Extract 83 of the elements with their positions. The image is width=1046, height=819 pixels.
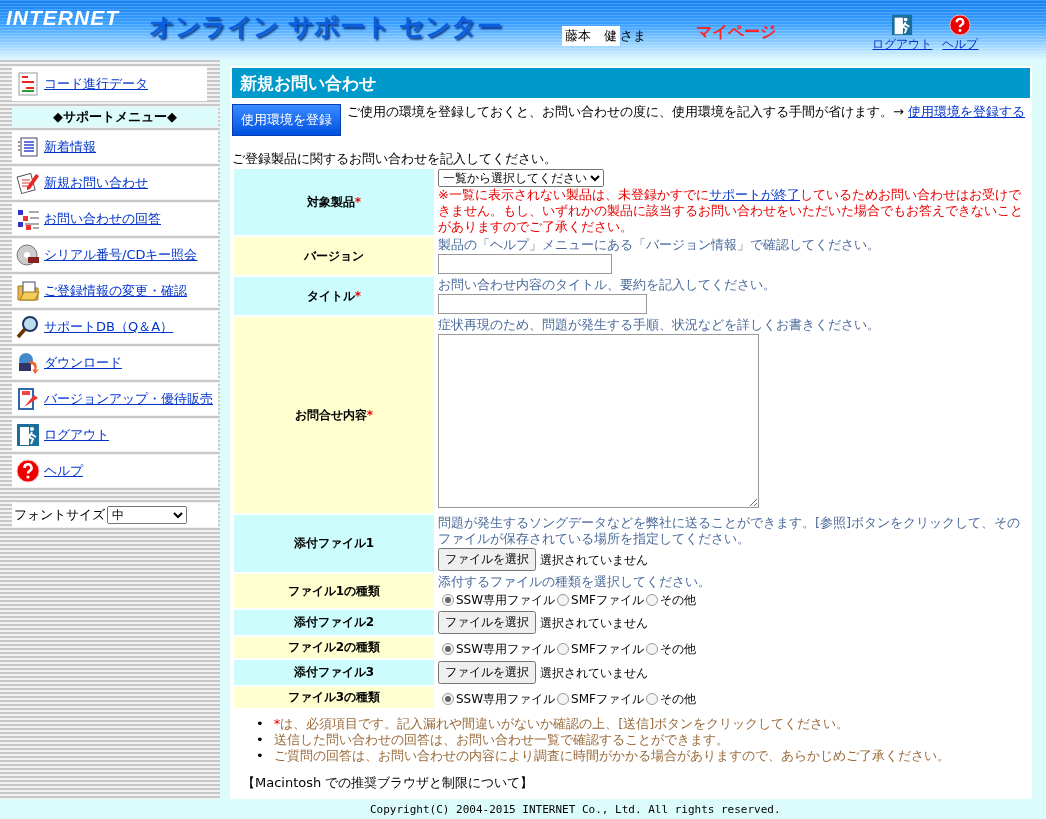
- disc-key-icon: [16, 243, 40, 267]
- field-label: 添付ファイル3: [293, 665, 375, 679]
- font-size-label: フォントサイズ: [14, 506, 105, 524]
- file-type-radio[interactable]: [442, 692, 454, 705]
- radio-label: SSW専用ファイル: [456, 592, 556, 608]
- support-ended-link[interactable]: サポートが終了: [708, 187, 800, 202]
- section-heading: 【Macintosh での推奨ブラウザと制限について】: [241, 774, 535, 792]
- note-text: ご質問の回答は、お問い合わせの内容により調査に時間がかかる場合がありますので、あらかじめご了承ください。: [273, 748, 950, 764]
- product-note: ※一覧に表示されない製品は、未登録かすでにサポートが終了 しているためお問い合わせはお受けできません。もし、いずれかの製品に該当するお問い合わせをいただいた場合でもお答えできないことがありますのでご了承ください。: [438, 187, 1024, 235]
- choose-file-button[interactable]: ファイルを選択: [438, 611, 536, 634]
- bullet-mark: •: [256, 732, 264, 748]
- product-select[interactable]: 一覧から選択してください: [438, 169, 604, 187]
- mypage-label: マイページ: [696, 22, 777, 43]
- intro-text: ご登録製品に関するお問い合わせを記入してください。: [232, 150, 558, 168]
- tree-list-icon: [16, 207, 40, 231]
- sidebar-link[interactable]: 新着情報: [44, 138, 96, 156]
- file-status: 選択されていません: [540, 664, 648, 681]
- field-label: ファイル2の種類: [287, 640, 381, 654]
- header-link[interactable]: ヘルプ: [942, 36, 979, 53]
- field-label: 対象製品*: [306, 194, 362, 209]
- menu-heading: ◆サポートメニュー◆: [12, 107, 218, 127]
- folder-document-icon: [16, 279, 40, 303]
- help-icon: [16, 459, 40, 483]
- computer-download-icon: [16, 351, 40, 375]
- radio-label: SMFファイル: [571, 690, 644, 707]
- radio-label: その他: [660, 592, 696, 608]
- field-hint: 製品の「ヘルプ」メニューにある「バージョン情報」で確認してください。: [438, 237, 881, 253]
- file-type-radio[interactable]: [442, 594, 454, 606]
- honorific-text: さま: [620, 27, 647, 45]
- chord-document-icon: [16, 71, 40, 97]
- file-status: 選択されていません: [540, 551, 648, 568]
- field-label: お問合せ内容*: [294, 407, 374, 422]
- bullet-mark: •: [256, 716, 264, 732]
- version-field[interactable]: [438, 254, 612, 274]
- magnifier-icon: [16, 315, 40, 339]
- pencil-document-icon: [16, 171, 40, 195]
- note-text: *は、必須項目です。記入漏れや間違いがないか確認の上、[送信]ボタンをクリックしてください。: [273, 716, 850, 732]
- field-hint: お問い合わせ内容のタイトル、要約を記入してください。: [438, 277, 777, 293]
- choose-file-button[interactable]: ファイルを選択: [438, 661, 536, 684]
- register-environment-button[interactable]: 使用環境を登録: [232, 104, 341, 136]
- field-label: ファイル3の種類: [287, 690, 381, 704]
- header-link[interactable]: ログアウト: [872, 36, 933, 53]
- exit-person-icon: [891, 14, 914, 36]
- file-type-radio[interactable]: [557, 594, 570, 606]
- radio-label: SSW専用ファイル: [456, 640, 556, 657]
- radio-label: その他: [660, 640, 696, 657]
- file-type-radio[interactable]: [646, 594, 658, 606]
- field-hint: 症状再現のため、問題が発生する手順、状況などを詳しくお書きください。: [438, 317, 881, 333]
- user-name: 藤本 健: [562, 26, 621, 46]
- page-title: 新規お問い合わせ: [232, 68, 1030, 98]
- radio-label: SSW専用ファイル: [456, 690, 556, 707]
- title-field[interactable]: [438, 294, 647, 314]
- exit-person-icon: [16, 423, 40, 447]
- register-link[interactable]: 使用環境を登録する: [908, 104, 1026, 119]
- field-label: 添付ファイル1: [293, 536, 375, 550]
- file-type-radio[interactable]: [557, 642, 570, 655]
- font-size-select[interactable]: 中: [107, 506, 187, 524]
- help-icon: [949, 14, 972, 36]
- field-hint: 添付するファイルの種類を選択してください。: [438, 574, 712, 590]
- file-status: 選択されていません: [540, 614, 648, 631]
- radio-label: その他: [660, 690, 696, 707]
- site-title: オンライン サポート センター: [149, 11, 503, 43]
- choose-file-button[interactable]: ファイルを選択: [438, 548, 536, 571]
- copyright-text: Copyright(C) 2004-2015 INTERNET Co., Ltd. All rights reserved.: [370, 802, 781, 816]
- file-type-radio[interactable]: [442, 642, 454, 655]
- box-arrow-icon: [16, 387, 40, 411]
- radio-label: SMFファイル: [571, 592, 644, 608]
- field-label: バージョン: [304, 248, 364, 263]
- sidebar-link[interactable]: ログアウト: [44, 426, 109, 444]
- sidebar-link[interactable]: ヘルプ: [44, 462, 83, 480]
- field-label: 添付ファイル2: [293, 615, 375, 629]
- site-logo: INTERNET: [6, 6, 119, 30]
- radio-label: SMFファイル: [571, 640, 644, 657]
- environment-text: ご使用の環境を登録しておくと、お問い合わせの度に、使用環境を記入する手間が省けます。→ 使用環境を登録する: [347, 104, 1026, 119]
- list-document-icon: [16, 135, 40, 159]
- field-label: ファイル1の種類: [287, 583, 381, 598]
- field-label: タイトル*: [306, 288, 362, 303]
- file-type-radio[interactable]: [646, 692, 658, 705]
- note-text: 送信した問い合わせの回答は、お問い合わせ一覧で確認することができます。: [273, 732, 729, 748]
- file-type-radio[interactable]: [646, 642, 658, 655]
- bullet-mark: •: [256, 748, 264, 764]
- field-hint: 問題が発生するソングデータなどを弊社に送ることができます。[参照]ボタンをクリックして、そのファイルが保存されている場所を指定してください。: [438, 515, 1022, 547]
- file-type-radio[interactable]: [557, 692, 570, 705]
